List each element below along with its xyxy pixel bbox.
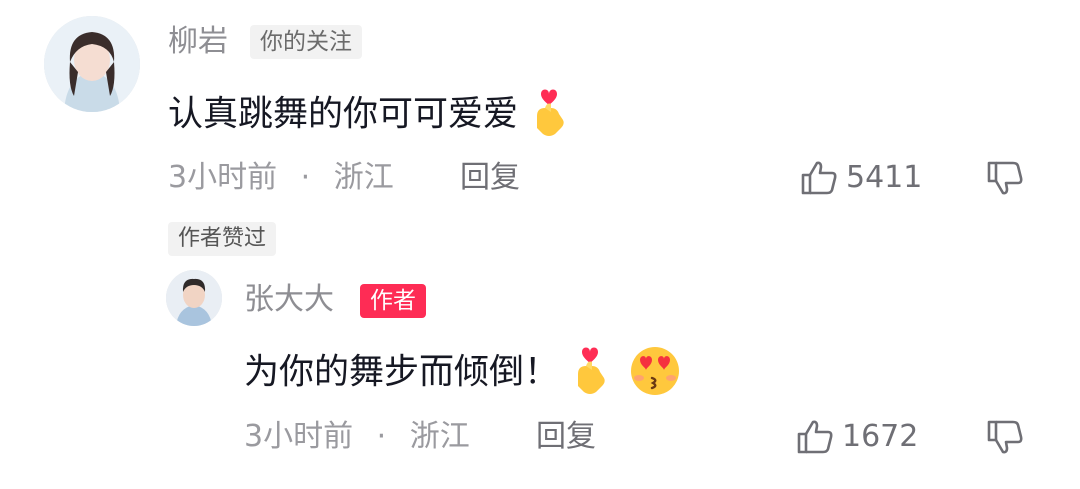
avatar[interactable] [44, 16, 140, 112]
meta-separator: · [300, 160, 311, 195]
comment-text: 认真跳舞的你可可爱爱 [168, 86, 569, 145]
reply-avatar[interactable] [166, 270, 222, 326]
dislike-icon[interactable] [986, 160, 1024, 196]
like-count: 5411 [846, 160, 923, 195]
reply-reply-button[interactable]: 回复 [536, 422, 596, 452]
reply-meta: 3小时前 · 浙江 [244, 422, 470, 452]
reply-text: 为你的舞步而倾倒！ [244, 344, 685, 403]
like-icon[interactable] [796, 419, 834, 455]
author-liked-tag: 作者赞过 [168, 222, 277, 256]
reply-like-count: 1672 [842, 419, 919, 454]
heart-eyes-kiss-icon [625, 344, 685, 403]
comment-meta: 3小时前 · 浙江 [168, 163, 394, 193]
author-tag: 作者 [360, 284, 426, 318]
reply-button[interactable]: 回复 [460, 163, 520, 193]
follow-tag: 你的关注 [250, 25, 362, 59]
finger-heart-icon [529, 86, 569, 145]
reply-location: 浙江 [409, 419, 470, 454]
meta-separator: · [376, 419, 387, 454]
like-icon[interactable] [800, 160, 838, 196]
comment-location: 浙江 [333, 160, 394, 195]
reply-text-content: 为你的舞步而倾倒！ [244, 352, 560, 393]
reply-username[interactable]: 张大大 [244, 285, 334, 315]
reply-time: 3小时前 [244, 419, 354, 454]
comment-text-content: 认真跳舞的你可可爱爱 [168, 94, 519, 135]
finger-heart-icon [570, 344, 610, 403]
dislike-icon[interactable] [986, 419, 1024, 455]
comment-username[interactable]: 柳岩 [168, 27, 228, 57]
comment-time: 3小时前 [168, 160, 278, 195]
